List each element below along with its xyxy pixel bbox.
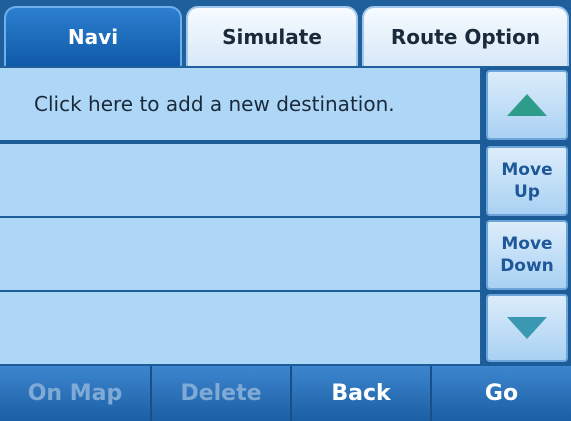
destination-list: Click here to add a new destination. [0,68,482,364]
list-item[interactable] [0,218,482,290]
go-button[interactable]: Go [432,366,571,421]
navigation-route-screen: Navi Simulate Route Option Click here to… [0,0,571,421]
tab-bar: Navi Simulate Route Option [0,0,571,68]
bottom-toolbar: On Map Delete Back Go [0,366,571,421]
move-down-label-line1: Move [501,234,553,254]
move-down-button[interactable]: Move Down [486,220,568,290]
move-up-label-line1: Move [501,160,553,180]
move-up-button[interactable]: Move Up [486,146,568,216]
scroll-up-button[interactable] [486,70,568,140]
move-up-label-line2: Up [514,182,540,202]
on-map-button[interactable]: On Map [0,366,150,421]
move-up-label: Move Up [501,159,552,203]
add-destination-label: Click here to add a new destination. [34,92,395,116]
scroll-down-button[interactable] [486,294,568,362]
delete-button[interactable]: Delete [152,366,290,421]
tab-route-option[interactable]: Route Option [362,6,569,66]
tab-simulate[interactable]: Simulate [186,6,358,66]
move-down-label: Move Down [500,233,554,277]
list-item[interactable] [0,144,482,216]
list-item[interactable] [0,292,482,364]
triangle-down-icon [507,317,547,339]
list-item-add-destination[interactable]: Click here to add a new destination. [0,68,482,140]
back-button[interactable]: Back [292,366,430,421]
tab-navi[interactable]: Navi [4,6,182,66]
move-down-label-line2: Down [500,256,554,276]
triangle-up-icon [507,94,547,116]
